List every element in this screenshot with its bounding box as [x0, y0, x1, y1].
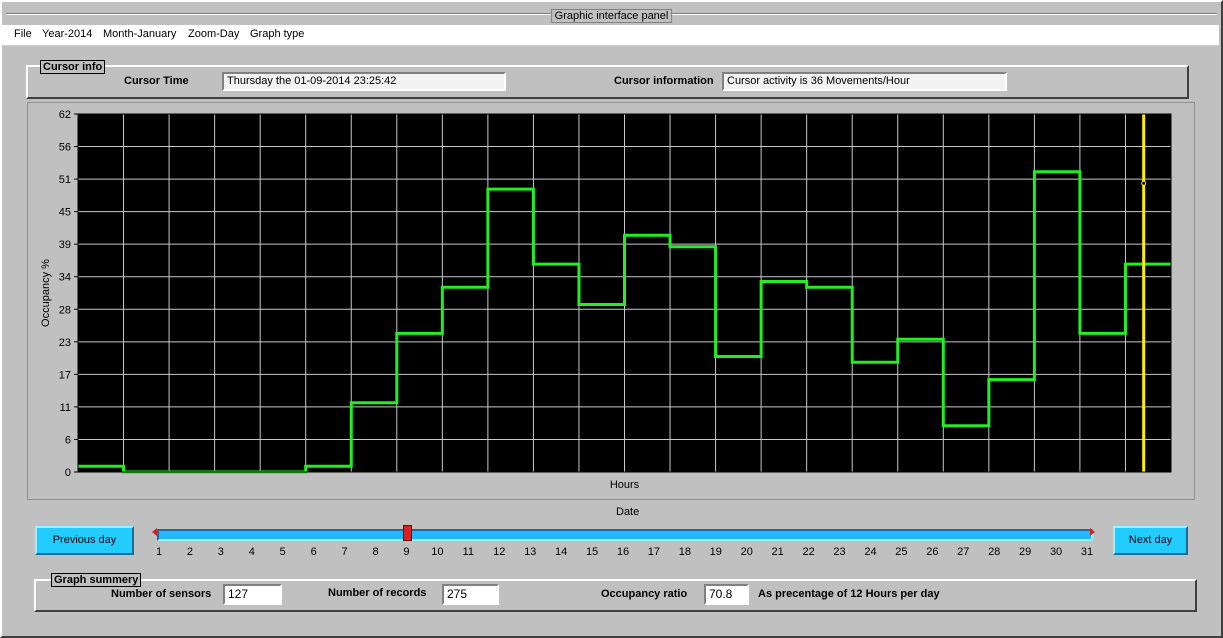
main-window: Graphic interface panel File Year-2014 M… [0, 0, 1223, 638]
menu-month[interactable]: Month-January [103, 28, 176, 40]
y-tick-label: 51 [59, 174, 71, 186]
slider-tick-label: 11 [462, 546, 475, 558]
slider-tick-label: 27 [957, 546, 970, 558]
slider-tick-label: 23 [833, 546, 846, 558]
y-tick-label: 23 [59, 337, 71, 349]
menu-file[interactable]: File [14, 28, 32, 40]
y-tick-label: 0 [65, 467, 71, 479]
cursor-info-label: Cursor info [40, 60, 106, 74]
window-title: Graphic interface panel [550, 9, 673, 23]
ratio-label: Occupancy ratio [601, 588, 688, 600]
menu-bar: File Year-2014 Month-January Zoom-Day Gr… [2, 25, 1219, 46]
cursor-information-field: Cursor activity is 36 Movements/Hour [722, 72, 1007, 91]
slider-tick-label: 22 [802, 546, 815, 558]
slider-right-arrow-icon[interactable] [1090, 528, 1095, 536]
y-tick-label: 34 [59, 272, 71, 284]
slider-tick-label: 13 [524, 546, 537, 558]
title-bar: Graphic interface panel [2, 2, 1221, 24]
slider-tick-label: 18 [678, 546, 691, 558]
slider-tick-label: 9 [403, 546, 410, 558]
ratio-note: As precentage of 12 Hours per day [758, 588, 940, 600]
slider-tick-label: 16 [616, 546, 630, 558]
slider-tick-label: 2 [186, 546, 193, 558]
slider-tick-label: 28 [988, 546, 1001, 558]
y-tick-label: 62 [59, 109, 71, 121]
slider-tick-label: 24 [864, 546, 877, 558]
chart-frame: 0 6 11 17 23 28 34 39 45 51 56 62 Hours Occupancy % [27, 102, 1195, 500]
cursor-info-panel [26, 65, 1189, 99]
menu-graph-type[interactable]: Graph type [250, 28, 304, 40]
cursor-time-field: Thursday the 01-09-2014 23:25:42 [222, 72, 506, 91]
cursor-marker [1141, 180, 1147, 186]
slider-tick-label: 30 [1049, 546, 1063, 558]
y-tick-label: 39 [59, 239, 71, 251]
menu-zoom[interactable]: Zoom-Day [188, 28, 239, 40]
date-slider-thumb[interactable] [403, 525, 412, 541]
records-field: 275 [442, 584, 499, 605]
slider-tick-label: 10 [431, 546, 444, 558]
menu-year[interactable]: Year-2014 [42, 28, 92, 40]
slider-tick-label: 7 [341, 546, 348, 558]
slider-tick-label: 25 [895, 546, 908, 558]
records-label: Number of records [328, 587, 427, 599]
occupancy-chart[interactable]: 0 6 11 17 23 28 34 39 45 51 56 62 Hours Occupancy % [28, 103, 1194, 499]
y-tick-label: 11 [60, 402, 71, 414]
slider-tick-label: 5 [279, 546, 286, 558]
slider-tick-label: 20 [740, 546, 753, 558]
slider-tick-label: 12 [493, 546, 506, 558]
slider-tick-label: 19 [709, 546, 722, 558]
slider-tick-label: 29 [1019, 546, 1032, 558]
y-tick-label: 6 [65, 434, 71, 446]
slider-tick-label: 21 [771, 546, 784, 558]
slider-tick-label: 4 [248, 546, 255, 558]
slider-tick-label: 15 [585, 546, 599, 558]
slider-tick-label: 8 [372, 546, 379, 558]
y-axis-title: Occupancy % [40, 259, 52, 327]
previous-day-button[interactable]: Previous day [35, 526, 134, 555]
sensors-label: Number of sensors [111, 588, 212, 600]
cursor-time-label: Cursor Time [124, 75, 189, 87]
slider-tick-label: 6 [310, 546, 317, 558]
cursor-information-label: Cursor information [614, 75, 714, 87]
ratio-field: 70.8 [704, 584, 749, 605]
y-tick-label: 17 [59, 369, 71, 381]
slider-tick-label: 1 [155, 546, 163, 558]
y-tick-label: 56 [59, 142, 71, 154]
date-slider-track[interactable] [157, 529, 1093, 541]
slider-tick-label: 3 [217, 546, 224, 558]
slider-tick-label: 31 [1080, 546, 1094, 558]
graph-summary-label: Graph summery [51, 573, 142, 587]
slider-tick-label: 26 [926, 546, 939, 558]
sensors-field: 127 [223, 584, 282, 605]
x-axis-title: Hours [610, 479, 640, 491]
y-tick-label: 28 [59, 304, 71, 316]
slider-tick-label: 17 [647, 546, 661, 558]
slider-label: Date [616, 506, 640, 518]
next-day-button[interactable]: Next day [1113, 526, 1188, 555]
slider-tick-label: 14 [555, 546, 568, 558]
y-tick-label: 45 [59, 207, 71, 219]
